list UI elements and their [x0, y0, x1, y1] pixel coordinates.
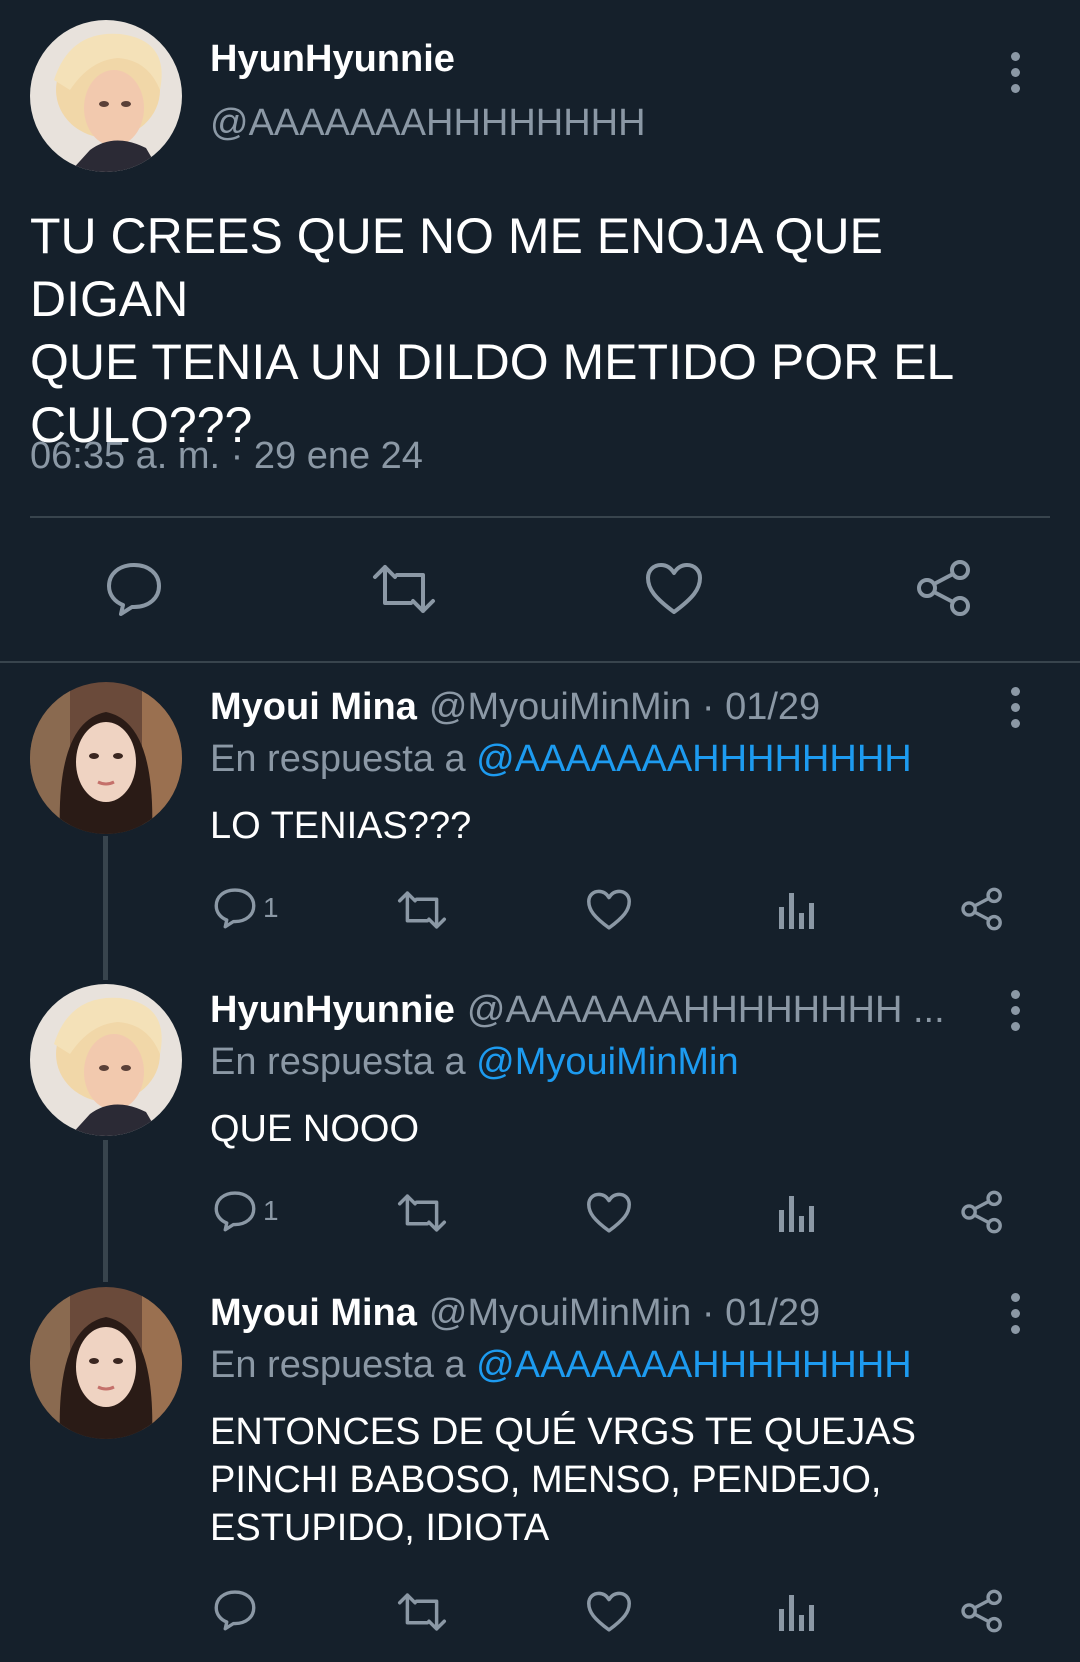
reply-3-text: ENTONCES DE QUÉ VRGS TE QUEJAS PINCHI BA… — [210, 1411, 916, 1549]
avatar-myoui-mina[interactable] — [30, 682, 182, 834]
main-tweet-text: TU CREES QUE NO ME ENOJA QUE DIGAN QUE T… — [30, 208, 955, 453]
reply-3-more-icon[interactable] — [995, 1283, 1035, 1343]
reply-1-reply-prefix: En respuesta a — [210, 738, 466, 780]
reply-3-header: Myoui Mina @MyouiMinMin · 01/29 — [210, 1292, 820, 1335]
main-tweet-name[interactable]: HyunHyunnie — [210, 38, 455, 81]
retweet-icon — [397, 1593, 447, 1631]
main-tweet-handle[interactable]: @AAAAAAAHHHHHHHH — [210, 102, 646, 145]
reply-1-in-reply-to: En respuesta a @AAAAAAAHHHHHHHH — [210, 738, 912, 781]
like-icon — [587, 889, 631, 930]
reply-2-reply-prefix: En respuesta a — [210, 1041, 466, 1083]
share-icon — [961, 1190, 1002, 1234]
reply-1-name[interactable]: Myoui Mina — [210, 686, 417, 728]
reply-2-mention-link[interactable]: @MyouiMinMin — [476, 1041, 738, 1083]
reply-1-date: · 01/29 — [701, 686, 821, 728]
reply-2-more-icon[interactable] — [995, 980, 1035, 1040]
reply-icon — [214, 1191, 256, 1232]
reply-2-reply-button[interactable]: 1 — [213, 1190, 279, 1232]
share-icon — [961, 1589, 1002, 1633]
reply-2-views-button[interactable] — [778, 1194, 814, 1232]
main-tweet-divider — [30, 516, 1050, 518]
reply-3-name[interactable]: Myoui Mina — [210, 1292, 417, 1334]
share-icon — [917, 560, 970, 616]
reply-2-handle[interactable]: @AAAAAAAHHHHHHHH ... — [467, 989, 945, 1031]
views-icon — [779, 1595, 814, 1631]
reply-1-like-button[interactable] — [586, 889, 632, 931]
reply-1-header: Myoui Mina @MyouiMinMin · 01/29 — [210, 686, 820, 729]
reply-2-header: HyunHyunnie @AAAAAAAHHHHHHHH ... — [210, 989, 945, 1032]
reply-1-reply-button[interactable]: 1 — [213, 887, 279, 929]
reply-1-retweet-button[interactable] — [396, 890, 448, 930]
reply-1-text: LO TENIAS??? — [210, 805, 472, 847]
avatar-hyunhyunnie-image — [30, 20, 182, 172]
share-icon — [961, 887, 1002, 931]
reply-2-in-reply-to: En respuesta a @MyouiMinMin — [210, 1041, 739, 1084]
reply-2-like-button[interactable] — [586, 1192, 632, 1234]
main-share-button[interactable] — [915, 559, 973, 617]
reply-icon — [214, 1590, 256, 1631]
retweet-icon — [373, 565, 435, 613]
reply-2-reply-count: 1 — [263, 1195, 279, 1226]
reply-2-name[interactable]: HyunHyunnie — [210, 989, 455, 1031]
reply-1-share-button[interactable] — [960, 887, 1004, 931]
main-like-button[interactable] — [645, 562, 703, 616]
reply-1-handle[interactable]: @MyouiMinMin — [429, 686, 691, 728]
reply-icon — [107, 563, 161, 616]
thread-line — [103, 836, 108, 980]
main-tweet-more-icon[interactable] — [995, 42, 1035, 102]
reply-1-reply-count: 1 — [263, 892, 279, 923]
reply-3-handle[interactable]: @MyouiMinMin — [429, 1292, 691, 1334]
reply-3-retweet-button[interactable] — [396, 1592, 448, 1632]
reply-3-in-reply-to: En respuesta a @AAAAAAAHHHHHHHH — [210, 1344, 912, 1387]
reply-3-reply-button[interactable] — [213, 1589, 263, 1631]
avatar-hyunhyunnie[interactable] — [30, 20, 182, 172]
reply-2-share-button[interactable] — [960, 1190, 1004, 1234]
avatar-hyunhyunnie-reply[interactable] — [30, 984, 182, 1136]
like-icon — [587, 1192, 631, 1233]
thread-line — [103, 1140, 108, 1282]
retweet-icon — [397, 891, 447, 929]
main-reply-button[interactable] — [105, 561, 163, 617]
reply-3-like-button[interactable] — [586, 1591, 632, 1633]
like-icon — [646, 563, 702, 614]
main-retweet-button[interactable] — [371, 563, 437, 615]
reply-2-retweet-button[interactable] — [396, 1193, 448, 1233]
reply-1-more-icon[interactable] — [995, 677, 1035, 737]
reply-1-views-button[interactable] — [778, 891, 814, 929]
avatar-hyunhyunnie-image — [30, 984, 182, 1136]
avatar-myoui-mina-image — [30, 1287, 182, 1439]
reply-1-mention-link[interactable]: @AAAAAAAHHHHHHHH — [476, 738, 912, 780]
main-tweet-timestamp: 06:35 a. m. · 29 ene 24 — [30, 435, 423, 477]
reply-3-share-button[interactable] — [960, 1589, 1004, 1633]
avatar-myoui-mina-reply[interactable] — [30, 1287, 182, 1439]
views-icon — [779, 893, 814, 929]
retweet-icon — [397, 1194, 447, 1232]
reply-2-text: QUE NOOO — [210, 1108, 420, 1150]
reply-3-reply-prefix: En respuesta a — [210, 1344, 466, 1386]
views-icon — [779, 1196, 814, 1232]
reply-icon — [214, 888, 256, 929]
reply-3-date: · 01/29 — [701, 1292, 821, 1334]
reply-3-mention-link[interactable]: @AAAAAAAHHHHHHHH — [476, 1344, 912, 1386]
main-tweet-bottom-divider — [0, 661, 1080, 663]
reply-3-views-button[interactable] — [778, 1593, 814, 1631]
avatar-myoui-mina-image — [30, 682, 182, 834]
like-icon — [587, 1591, 631, 1632]
